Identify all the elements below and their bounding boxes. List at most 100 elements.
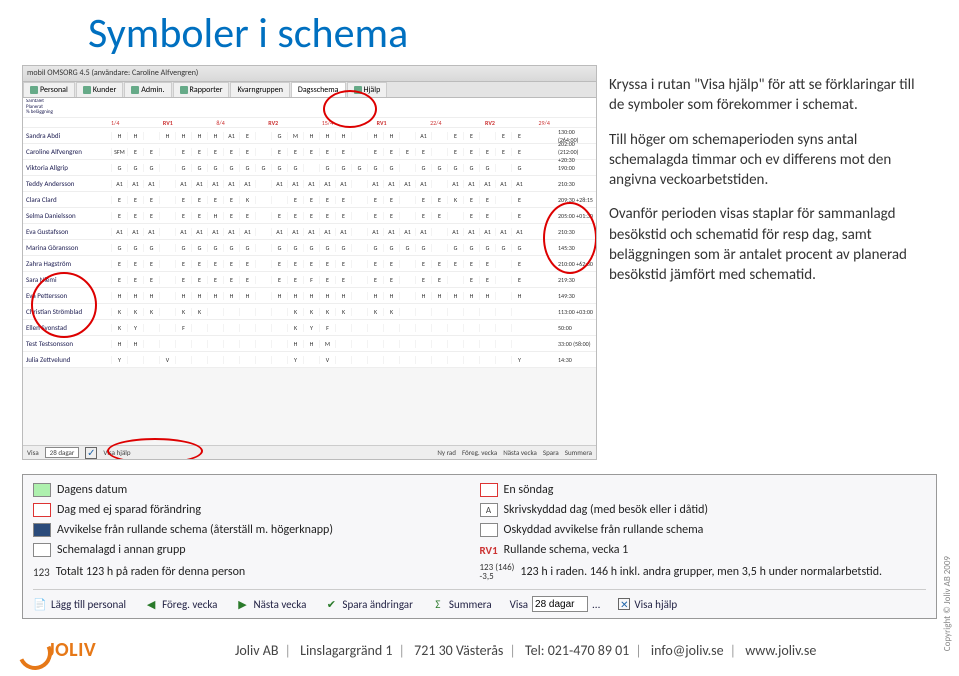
schema-cell[interactable] [159,148,175,156]
schema-cell[interactable] [495,276,511,284]
schema-cell[interactable]: H [287,292,303,300]
schema-cell[interactable]: E [319,196,335,204]
ellipsis-button[interactable]: ... [592,598,600,611]
schema-cell[interactable] [239,324,255,332]
schema-cell[interactable] [351,340,367,348]
schema-cell[interactable]: K [191,308,207,316]
tab-rapporter[interactable]: Rapporter [173,82,230,97]
schema-cell[interactable]: A1 [111,180,127,188]
schema-cell[interactable] [159,228,175,236]
schema-cell[interactable]: E [463,196,479,204]
schema-cell[interactable] [255,324,271,332]
schema-cell[interactable] [159,180,175,188]
schema-cell[interactable]: G [239,164,255,172]
schema-cell[interactable] [159,340,175,348]
schema-cell[interactable]: E [415,196,431,204]
schema-cell[interactable]: A1 [207,180,223,188]
schema-cell[interactable]: G [143,244,159,252]
schema-cell[interactable] [143,356,159,364]
schema-cell[interactable] [191,324,207,332]
schema-cell[interactable]: A1 [415,180,431,188]
schema-cell[interactable]: H [383,292,399,300]
schema-cell[interactable] [255,212,271,220]
schema-cell[interactable]: G [111,164,127,172]
schema-cell[interactable]: A1 [175,228,191,236]
schema-cell[interactable]: E [191,260,207,268]
schema-cell[interactable]: A1 [415,132,431,140]
schema-cell[interactable]: A1 [511,228,527,236]
schema-cell[interactable]: SFM [111,148,127,156]
schema-cell[interactable]: E [367,148,383,156]
schema-cell[interactable]: E [239,132,255,140]
schema-cell[interactable] [223,340,239,348]
schema-cell[interactable]: E [127,148,143,156]
schema-cell[interactable]: A1 [271,228,287,236]
schema-cell[interactable]: G [383,164,399,172]
schema-cell[interactable]: E [223,196,239,204]
schema-cell[interactable]: E [447,132,463,140]
schema-cell[interactable]: E [207,276,223,284]
schema-cell[interactable]: E [111,212,127,220]
schema-cell[interactable]: G [143,164,159,172]
schema-cell[interactable] [255,148,271,156]
schema-cell[interactable] [351,292,367,300]
schema-cell[interactable]: E [303,196,319,204]
schema-cell[interactable]: K [175,308,191,316]
schema-cell[interactable] [447,356,463,364]
schema-cell[interactable] [495,260,511,268]
schema-cell[interactable]: A1 [463,228,479,236]
schema-cell[interactable] [415,356,431,364]
schema-cell[interactable]: E [511,132,527,140]
schema-cell[interactable]: G [175,164,191,172]
schema-cell[interactable]: Y [303,324,319,332]
schema-cell[interactable]: E [431,260,447,268]
schema-cell[interactable]: K [127,308,143,316]
schema-cell[interactable]: E [271,148,287,156]
schema-cell[interactable]: G [255,164,271,172]
schema-cell[interactable]: E [415,260,431,268]
schema-cell[interactable]: H [191,132,207,140]
schema-cell[interactable]: H [127,340,143,348]
schema-cell[interactable]: M [319,340,335,348]
schema-cell[interactable] [399,308,415,316]
schema-cell[interactable] [255,308,271,316]
summera-button[interactable]: Σ Summera [431,597,492,611]
schema-cell[interactable] [255,340,271,348]
schema-cell[interactable] [383,324,399,332]
schema-cell[interactable] [511,340,527,348]
schema-cell[interactable]: E [111,196,127,204]
schema-cell[interactable]: H [335,132,351,140]
schema-cell[interactable] [399,324,415,332]
schema-cell[interactable]: H [319,132,335,140]
schema-cell[interactable]: G [127,244,143,252]
schema-cell[interactable]: G [463,244,479,252]
schema-cell[interactable]: E [447,260,463,268]
schema-cell[interactable] [351,276,367,284]
schema-cell[interactable]: G [303,244,319,252]
visa-hjalp-checkbox-icon[interactable]: ✕ [618,598,630,610]
schema-cell[interactable]: Y [127,324,143,332]
schema-cell[interactable]: E [175,276,191,284]
schema-cell[interactable] [431,324,447,332]
schema-cell[interactable]: K [111,308,127,316]
schema-cell[interactable] [431,228,447,236]
schema-cell[interactable]: H [463,292,479,300]
schema-cell[interactable]: G [479,244,495,252]
schema-cell[interactable]: H [415,292,431,300]
schema-cell[interactable]: G [351,164,367,172]
schema-cell[interactable]: A1 [223,228,239,236]
schema-cell[interactable]: G [271,164,287,172]
schema-cell[interactable]: E [127,260,143,268]
schema-cell[interactable]: H [207,132,223,140]
schema-cell[interactable]: H [367,292,383,300]
schema-cell[interactable]: E [175,260,191,268]
schema-cell[interactable]: G [287,244,303,252]
schema-cell[interactable] [463,324,479,332]
schema-cell[interactable] [223,324,239,332]
schema-cell[interactable]: E [271,212,287,220]
schema-cell[interactable]: G [287,164,303,172]
schema-cell[interactable]: A1 [303,228,319,236]
schema-cell[interactable] [479,340,495,348]
schema-cell[interactable] [351,356,367,364]
schema-cell[interactable]: E [175,212,191,220]
